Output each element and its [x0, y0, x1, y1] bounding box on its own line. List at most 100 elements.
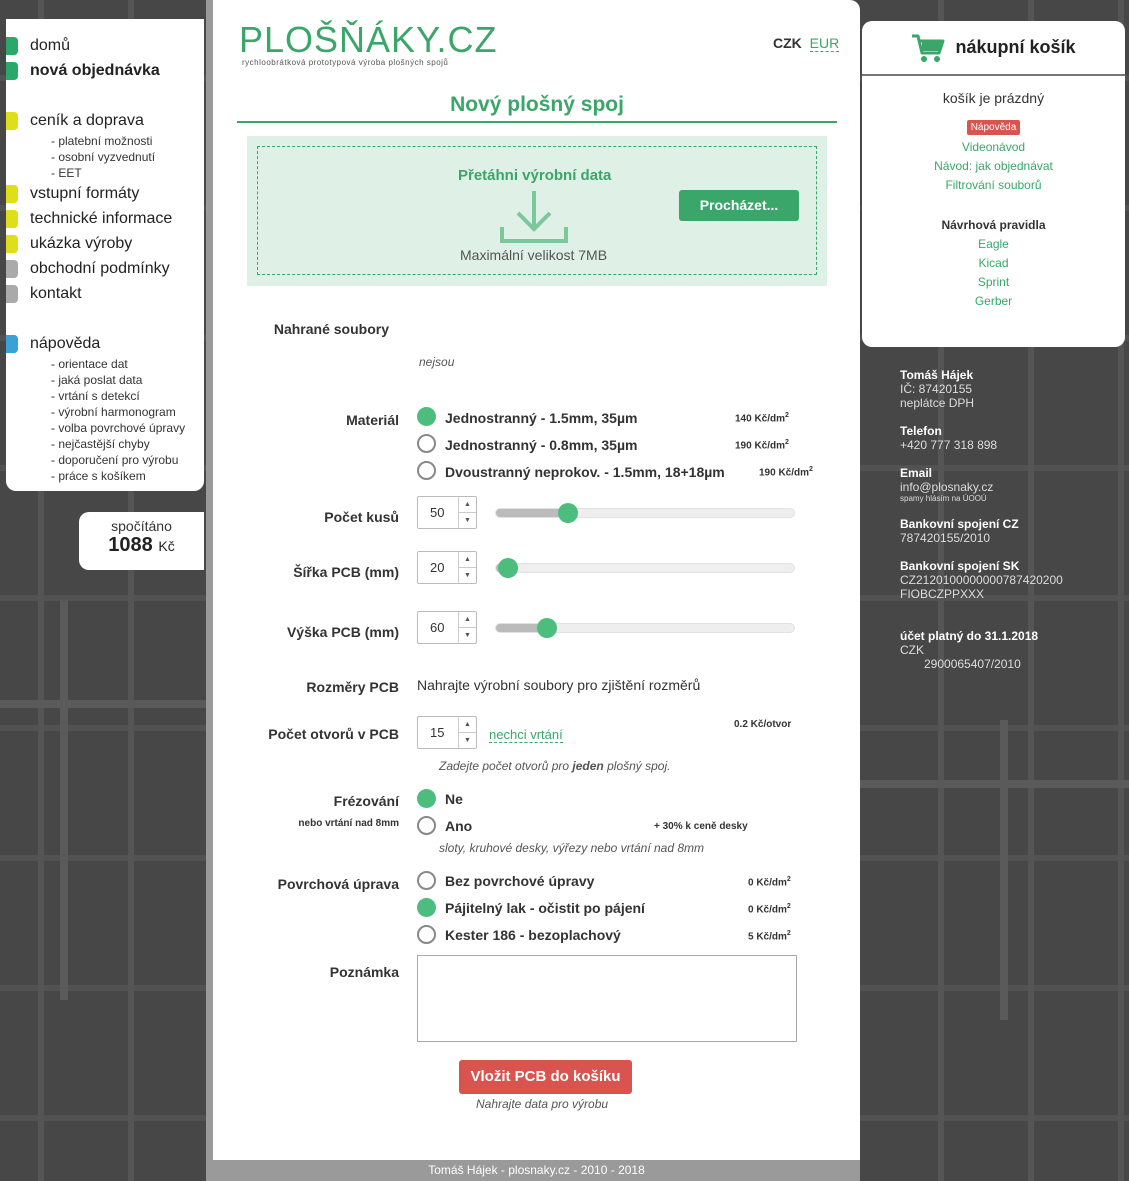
count-slider[interactable]	[495, 503, 795, 523]
nav-sub-help-3[interactable]: - výrobní harmonogram	[6, 404, 204, 420]
nav-sub-help-7[interactable]: - práce s košíkem	[6, 468, 204, 484]
no-drilling-link[interactable]: nechci vrtání	[489, 727, 563, 743]
account-heading: účet platný do 31.1.2018	[900, 629, 1039, 643]
left-navigation: domů nová objednávka ceník a doprava - p…	[6, 19, 204, 491]
milling-label: Frézování	[333, 793, 399, 809]
count-stepper[interactable]: 50 ▲ ▼	[417, 496, 477, 529]
material-price-1: 190 Kč/dm2	[735, 439, 789, 451]
bg-trace	[0, 700, 206, 708]
nav-dot	[6, 260, 18, 278]
nav-sub-payment[interactable]: - platební možnosti	[6, 133, 204, 149]
nav-item-new-order[interactable]: nová objednávka	[6, 58, 204, 83]
nav-dot	[6, 185, 18, 203]
email-value[interactable]: info@plosnaky.cz	[900, 480, 1063, 494]
dropzone[interactable]: Přetáhni výrobní data Maximální velikost…	[257, 146, 817, 275]
add-to-cart-button[interactable]: Vložit PCB do košíku	[459, 1060, 632, 1094]
browse-button[interactable]: Procházet...	[679, 190, 799, 221]
decrement-icon[interactable]: ▼	[459, 568, 476, 584]
bg-trace	[1000, 720, 1008, 1020]
slider-handle[interactable]	[557, 503, 578, 523]
rules-eagle-link[interactable]: Eagle	[862, 237, 1125, 251]
milling-radio-yes[interactable]	[417, 816, 436, 835]
material-option-1: Jednostranný - 0.8mm, 35µm	[445, 437, 638, 453]
surface-radio-0[interactable]	[417, 871, 436, 890]
nav-item-home[interactable]: domů	[6, 33, 204, 58]
count-label: Počet kusů	[324, 509, 399, 525]
surface-option-2: Kester 186 - bezoplachový	[445, 927, 621, 943]
nav-item-input-formats[interactable]: vstupní formáty	[6, 181, 204, 206]
height-stepper[interactable]: 60 ▲ ▼	[417, 611, 477, 644]
slider-handle[interactable]	[536, 618, 557, 638]
decrement-icon[interactable]: ▼	[459, 628, 476, 644]
rules-sprint-link[interactable]: Sprint	[862, 275, 1125, 289]
price-text: 190 Kč/dm	[759, 467, 810, 479]
price-sup: 2	[785, 439, 789, 446]
decrement-icon[interactable]: ▼	[459, 513, 476, 529]
nav-label: nová objednávka	[30, 61, 160, 79]
surface-price-2: 5 Kč/dm2	[748, 930, 791, 942]
note-textarea[interactable]	[417, 955, 797, 1042]
nav-sub-help-1[interactable]: - jaká poslat data	[6, 372, 204, 388]
milling-radio-no[interactable]	[417, 789, 436, 808]
nav-sub-pickup[interactable]: - osobní vyzvednutí	[6, 149, 204, 165]
surface-price-0: 0 Kč/dm2	[748, 876, 791, 888]
logo-text: PLOŠŇÁKY.CZ	[239, 19, 498, 60]
uploaded-files-label: Nahrané soubory	[273, 321, 389, 337]
increment-icon[interactable]: ▲	[459, 552, 476, 568]
nav-sub-help-0[interactable]: - orientace dat	[6, 356, 204, 372]
video-guide-link[interactable]: Videonávod	[862, 140, 1125, 154]
price-text: 0 Kč/dm	[748, 904, 787, 916]
nav-label: ukázka výroby	[30, 234, 133, 252]
material-radio-1[interactable]	[417, 434, 436, 453]
surface-radio-2[interactable]	[417, 925, 436, 944]
price-sup: 2	[786, 903, 791, 910]
nav-label: nápověda	[30, 334, 101, 352]
order-guide-link[interactable]: Návod: jak objednávat	[862, 159, 1125, 173]
rules-kicad-link[interactable]: Kicad	[862, 256, 1125, 270]
increment-icon[interactable]: ▲	[459, 497, 476, 513]
increment-icon[interactable]: ▲	[459, 717, 476, 733]
material-radio-0[interactable]	[417, 407, 436, 426]
nav-sub-help-4[interactable]: - volba povrchové úpravy	[6, 420, 204, 436]
nav-item-technical-info[interactable]: technické informace	[6, 206, 204, 231]
nav-item-terms[interactable]: obchodní podmínky	[6, 256, 204, 281]
milling-hint: sloty, kruhové desky, výřezy nebo vrtání…	[439, 841, 705, 855]
footer: Tomáš Hájek - plosnaky.cz - 2010 - 2018	[213, 1160, 860, 1181]
material-radio-2[interactable]	[417, 461, 436, 480]
nav-label: obchodní podmínky	[30, 259, 170, 277]
nav-label: domů	[30, 36, 71, 54]
decrement-icon[interactable]: ▼	[459, 733, 476, 749]
width-stepper[interactable]: 20 ▲ ▼	[417, 551, 477, 584]
nav-sub-help-5[interactable]: - nejčastější chyby	[6, 436, 204, 452]
total-unit: Kč	[158, 538, 175, 554]
nav-sub-help-2[interactable]: - vrtání s detekcí	[6, 388, 204, 404]
height-slider[interactable]	[495, 618, 795, 638]
nav-label: technické informace	[30, 209, 173, 227]
email-note: spamy hlásím na ÚOOÚ	[900, 494, 987, 503]
nav-dot	[6, 335, 18, 353]
total-amount: 1088	[108, 534, 153, 556]
holes-stepper[interactable]: 15 ▲ ▼	[417, 716, 477, 749]
material-option-0: Jednostranný - 1.5mm, 35µm	[445, 410, 638, 426]
price-text: 190 Kč/dm	[735, 440, 786, 452]
site-logo[interactable]: PLOŠŇÁKY.CZ rychloobrátková prototypová …	[239, 19, 498, 68]
increment-icon[interactable]: ▲	[459, 612, 476, 628]
nav-item-production-sample[interactable]: ukázka výroby	[6, 231, 204, 256]
surface-radio-1[interactable]	[417, 898, 436, 917]
currency-eur-link[interactable]: EUR	[809, 35, 840, 52]
rules-gerber-link[interactable]: Gerber	[862, 294, 1125, 308]
nav-sub-help-6[interactable]: - doporučení pro výrobu	[6, 452, 204, 468]
file-filter-link[interactable]: Filtrování souborů	[862, 178, 1125, 192]
submit-hint: Nahrajte data pro výrobu	[476, 1097, 609, 1111]
nav-sub-eet[interactable]: - EET	[6, 165, 204, 181]
bg-trace	[60, 600, 68, 1000]
bank-cz-value: 787420155/2010	[900, 531, 991, 545]
slider-handle[interactable]	[497, 558, 518, 578]
nav-item-help[interactable]: nápověda	[6, 331, 204, 356]
dropzone-title: Přetáhni výrobní data	[458, 167, 612, 184]
width-slider[interactable]	[495, 558, 795, 578]
nav-item-contact[interactable]: kontakt	[6, 281, 204, 306]
nav-item-pricing[interactable]: ceník a doprava	[6, 108, 204, 133]
phone-value[interactable]: +420 777 318 898	[900, 438, 1063, 452]
price-sup: 2	[785, 412, 789, 419]
